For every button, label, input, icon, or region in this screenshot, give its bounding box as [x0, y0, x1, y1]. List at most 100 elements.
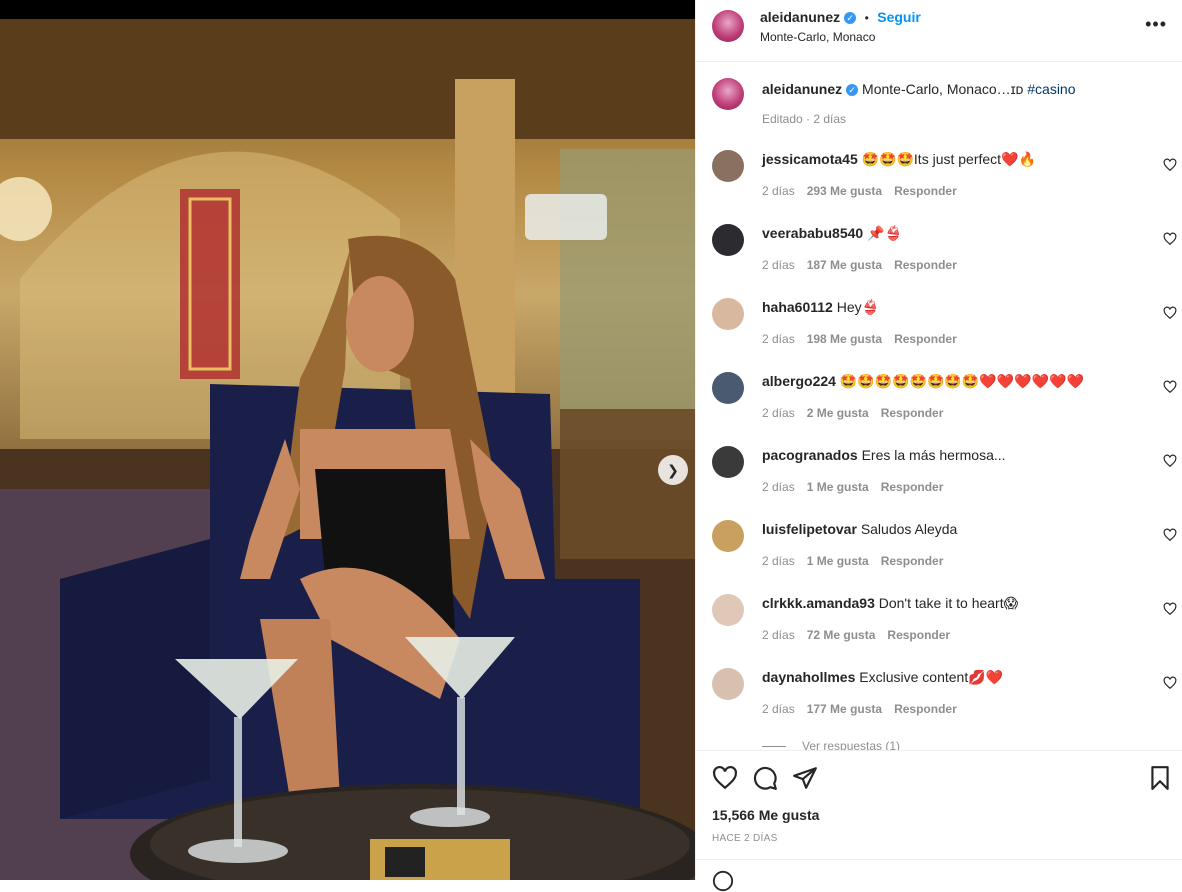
comment-time: 2 días — [762, 554, 795, 568]
comment-text: haha60112 Hey👙 — [762, 298, 1142, 316]
action-bar: 15,566 Me gusta HACE 2 DÍAS — [696, 750, 1182, 892]
reply-button[interactable]: Responder — [881, 554, 944, 568]
comment-like-heart-icon[interactable] — [1163, 454, 1177, 468]
post-timestamp: HACE 2 DÍAS — [712, 833, 778, 844]
top-black-bar — [0, 0, 695, 19]
carousel-next-button[interactable]: ❯ — [658, 455, 688, 485]
comment-time: 2 días — [762, 184, 795, 198]
avatar[interactable] — [712, 372, 744, 404]
verified-badge-icon: ✓ — [846, 84, 859, 97]
comment-time: 2 días — [762, 406, 795, 420]
avatar[interactable] — [712, 594, 744, 626]
comment-text: veerababu8540 📌👙 — [762, 224, 1142, 242]
comment-text: clrkkk.amanda93 Don't take it to heart😱 — [762, 594, 1142, 612]
comment-body: 🤩🤩🤩Its just perfect❤️🔥 — [861, 151, 1036, 167]
comment-likes[interactable]: 198 Me gusta — [807, 332, 882, 346]
comment-text: pacogranados Eres la más hermosa... — [762, 446, 1142, 464]
comment-time: 2 días — [762, 702, 795, 716]
comment-like-heart-icon[interactable] — [1163, 232, 1177, 246]
comment-body: Don't take it to heart😱 — [878, 595, 1019, 611]
caption-body: Monte-Carlo, Monaco…ɪᴅ — [862, 81, 1024, 97]
view-replies-link[interactable]: Ver respuestas (1) — [762, 739, 900, 750]
header-separator: • — [864, 11, 869, 25]
more-options-icon[interactable]: ••• — [1145, 14, 1167, 35]
comment-like-heart-icon[interactable] — [1163, 602, 1177, 616]
avatar[interactable] — [712, 150, 744, 182]
avatar[interactable] — [712, 668, 744, 700]
reply-button[interactable]: Responder — [894, 258, 957, 272]
save-bookmark-icon[interactable] — [1147, 765, 1173, 791]
emoji-icon[interactable] — [712, 870, 734, 892]
header-location[interactable]: Monte-Carlo, Monaco — [760, 30, 875, 44]
avatar[interactable] — [712, 78, 744, 110]
comment-time: 2 días — [762, 332, 795, 346]
avatar[interactable] — [712, 446, 744, 478]
comment-meta: 2 días 293 Me gusta Responder — [762, 184, 969, 198]
reply-button[interactable]: Responder — [894, 332, 957, 346]
post-header: aleidanunez ✓ • Seguir Monte-Carlo, Monac… — [696, 0, 1182, 62]
comment-text: luisfelipetovar Saludos Aleyda — [762, 520, 1142, 538]
header-username[interactable]: aleidanunez — [760, 9, 840, 25]
avatar[interactable] — [712, 224, 744, 256]
comment-username[interactable]: pacogranados — [762, 447, 858, 463]
reply-button[interactable]: Responder — [881, 406, 944, 420]
comment-bubble-icon[interactable] — [752, 765, 778, 791]
comment-likes[interactable]: 187 Me gusta — [807, 258, 882, 272]
comment-username[interactable]: haha60112 — [762, 299, 833, 315]
comment-likes[interactable]: 2 Me gusta — [807, 406, 869, 420]
comment-body: 📌👙 — [867, 225, 902, 241]
comment-time: 2 días — [762, 628, 795, 642]
comment-username[interactable]: jessicamota45 — [762, 151, 858, 167]
comment-meta: 2 días 198 Me gusta Responder — [762, 332, 969, 346]
avatar[interactable] — [712, 520, 744, 552]
comment-likes[interactable]: 1 Me gusta — [807, 480, 869, 494]
post-image-illustration — [0, 19, 695, 880]
follow-button[interactable]: Seguir — [877, 9, 921, 25]
comment-username[interactable]: clrkkk.amanda93 — [762, 595, 875, 611]
comment-body: Exclusive content💋❤️ — [859, 669, 1004, 685]
comment-username[interactable]: luisfelipetovar — [762, 521, 857, 537]
hashtag-link[interactable]: #casino — [1027, 81, 1075, 97]
comment-like-heart-icon[interactable] — [1163, 528, 1177, 542]
comment-username[interactable]: veerababu8540 — [762, 225, 863, 241]
comment-like-heart-icon[interactable] — [1163, 306, 1177, 320]
like-heart-icon[interactable] — [712, 765, 738, 791]
comment-like-heart-icon[interactable] — [1163, 380, 1177, 394]
reply-button[interactable]: Responder — [881, 480, 944, 494]
comment-body: 🤩🤩🤩🤩🤩🤩🤩🤩❤️❤️❤️❤️❤️❤️ — [839, 373, 1084, 389]
post-image[interactable]: ❯ — [0, 19, 695, 880]
avatar[interactable] — [712, 298, 744, 330]
reply-button[interactable]: Responder — [894, 702, 957, 716]
post-sidebar: aleidanunez ✓ • Seguir Monte-Carlo, Monac… — [695, 0, 1182, 892]
comment-meta: 2 días 187 Me gusta Responder — [762, 258, 969, 272]
comment-like-heart-icon[interactable] — [1163, 676, 1177, 690]
caption-meta: Editado · 2 días — [762, 112, 847, 126]
comment-body: Hey👙 — [836, 299, 880, 315]
comment-body: Saludos Aleyda — [860, 521, 958, 537]
comment-username[interactable]: daynahollmes — [762, 669, 855, 685]
avatar[interactable] — [712, 10, 744, 42]
comment-likes[interactable]: 177 Me gusta — [807, 702, 882, 716]
comment-meta: 2 días 1 Me gusta Responder — [762, 480, 955, 494]
comment-time: 2 días — [762, 480, 795, 494]
caption-username[interactable]: aleidanunez — [762, 81, 842, 97]
verified-badge-icon: ✓ — [844, 11, 857, 24]
add-comment-area[interactable] — [696, 859, 1182, 892]
reply-button[interactable]: Responder — [887, 628, 950, 642]
comment-likes[interactable]: 293 Me gusta — [807, 184, 882, 198]
share-paper-plane-icon[interactable] — [792, 765, 818, 791]
comment-meta: 2 días 177 Me gusta Responder — [762, 702, 969, 716]
comment-username[interactable]: albergo224 — [762, 373, 836, 389]
comment-text: daynahollmes Exclusive content💋❤️ — [762, 668, 1142, 686]
comment-likes[interactable]: 72 Me gusta — [807, 628, 876, 642]
comment-like-heart-icon[interactable] — [1163, 158, 1177, 172]
comment-meta: 2 días 2 Me gusta Responder — [762, 406, 955, 420]
comment-text: albergo224 🤩🤩🤩🤩🤩🤩🤩🤩❤️❤️❤️❤️❤️❤️ — [762, 372, 1142, 390]
comment-meta: 2 días 1 Me gusta Responder — [762, 554, 955, 568]
reply-button[interactable]: Responder — [894, 184, 957, 198]
caption-text: aleidanunez ✓ Monte-Carlo, Monaco…ɪᴅ #cas… — [762, 80, 1142, 98]
comment-body: Eres la más hermosa... — [861, 447, 1006, 463]
comment-likes[interactable]: 1 Me gusta — [807, 554, 869, 568]
likes-count[interactable]: 15,566 Me gusta — [712, 807, 819, 823]
comments-list[interactable]: aleidanunez ✓ Monte-Carlo, Monaco…ɪᴅ #cas… — [696, 62, 1182, 750]
